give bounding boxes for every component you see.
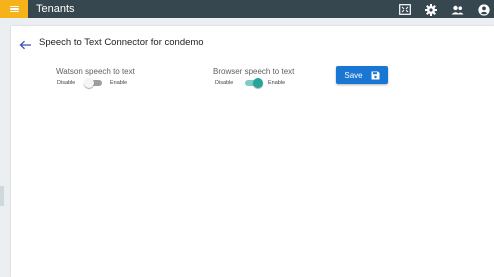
watson-disable-label: Disable (57, 80, 76, 86)
watson-enable-label: Enable (110, 80, 128, 86)
page-title: Speech to Text Connector for condemo (39, 37, 204, 48)
side-handle (0, 186, 4, 206)
arrow-back-icon (19, 40, 31, 50)
fullscreen-icon[interactable] (398, 3, 411, 16)
browser-disable-label: Disable (215, 80, 234, 86)
browser-enable-label: Enable (268, 80, 286, 86)
people-icon[interactable] (451, 3, 464, 16)
gear-icon[interactable] (424, 3, 437, 16)
watson-stt-label: Watson speech to text (56, 67, 135, 76)
floppy-disk-icon (371, 71, 380, 79)
menu-button[interactable] (0, 0, 28, 18)
save-label: Save (344, 70, 363, 80)
account-circle-icon[interactable] (477, 3, 490, 16)
connector-card: Speech to Text Connector for condemo Wat… (11, 26, 494, 277)
hamburger-menu-icon (9, 5, 19, 13)
watson-stt-toggle[interactable] (84, 78, 104, 88)
top-app-bar: Tenants (0, 0, 494, 18)
browser-stt-toggle[interactable] (243, 78, 263, 88)
browser-stt-label: Browser speech to text (213, 67, 295, 76)
app-title: Tenants (36, 3, 75, 15)
back-button[interactable] (19, 37, 32, 50)
save-button[interactable]: Save (336, 66, 388, 84)
